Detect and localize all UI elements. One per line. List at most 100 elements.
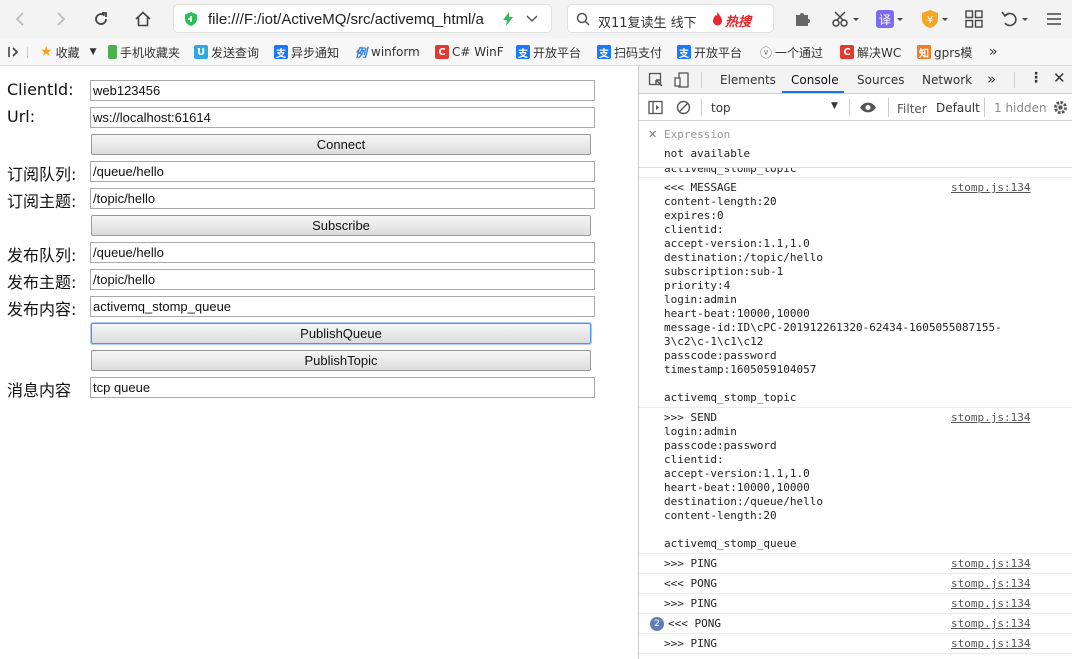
connect-button[interactable]: Connect (91, 134, 591, 155)
bookmark-gprs[interactable]: 知 gprs模 (917, 43, 972, 61)
undo-button[interactable] (998, 7, 1032, 31)
divider (1014, 72, 1015, 88)
bookmark-qr-pay[interactable]: 支 扫码支付 (597, 43, 662, 61)
extensions-button[interactable] (790, 7, 814, 31)
apps-button[interactable] (962, 7, 986, 31)
message-text: <<< PONG (668, 617, 721, 630)
chevron-down-icon[interactable] (526, 14, 538, 24)
alipay-icon: 支 (597, 45, 611, 60)
home-button[interactable] (131, 7, 155, 31)
forward-button[interactable] (49, 7, 73, 31)
screenshot-button[interactable] (829, 7, 863, 31)
close-icon[interactable]: ✕ (648, 128, 657, 141)
bookmark-label: winform (371, 45, 420, 59)
wallet-icon: ¥ (922, 10, 948, 28)
tab-sources[interactable]: Sources (857, 73, 904, 87)
divider (984, 98, 985, 117)
bookmark-label: C# WinF (452, 45, 504, 59)
sidebar-toggle-icon[interactable] (7, 45, 21, 59)
search-input[interactable]: 双11复读生 线下 (598, 12, 708, 31)
expression-label[interactable]: Expression (664, 128, 730, 141)
console-message: >>> SEND login:admin passcode:password c… (639, 408, 1072, 554)
search-box[interactable]: 双11复读生 线下 热搜 (567, 4, 774, 33)
wallet-button[interactable]: ¥ (918, 7, 952, 31)
subscribe-button[interactable]: Subscribe (91, 215, 591, 236)
divider (27, 47, 28, 58)
page-content: ClientId: Url: Connect 订阅队列: 订阅主题: Subsc… (0, 66, 638, 659)
tab-console[interactable]: Console (791, 73, 839, 87)
source-link[interactable]: stomp.js:134 (951, 597, 1030, 610)
bookmark-label: 开放平台 (533, 45, 582, 60)
kebab-menu-icon[interactable]: ⋮ (1029, 70, 1043, 86)
bookmark-favorites[interactable]: ★ 收藏 ▼ (40, 43, 97, 61)
publish-topic-input[interactable] (90, 269, 595, 290)
url-input[interactable] (90, 107, 595, 128)
bookmark-solve-wc[interactable]: C 解决WC (840, 43, 901, 61)
gear-icon[interactable] (1053, 100, 1068, 115)
source-link[interactable]: stomp.js:134 (951, 181, 1030, 194)
console-message: <<< PONG stomp.js:134 (639, 574, 1072, 594)
bookmark-mobile[interactable]: 手机收藏夹 (108, 43, 180, 61)
divider (701, 72, 702, 88)
source-link[interactable]: stomp.js:134 (951, 557, 1030, 570)
filter-input[interactable]: Filter (897, 102, 927, 116)
bookmark-winform[interactable]: 例 winform (355, 43, 420, 61)
source-link[interactable]: stomp.js:134 (951, 637, 1030, 650)
back-button[interactable] (8, 7, 32, 31)
device-toggle-icon[interactable] (674, 72, 690, 88)
sidebar-icon[interactable] (648, 100, 664, 115)
source-link[interactable]: stomp.js:134 (951, 411, 1030, 424)
active-tab-indicator (782, 91, 844, 93)
clientid-input[interactable] (90, 80, 595, 101)
devtools-tabbar: Elements Console Sources Network » ⋮ ✕ (639, 66, 1072, 94)
home-icon (135, 11, 151, 27)
hot-search-label[interactable]: 热搜 (725, 11, 751, 30)
address-bar[interactable]: file:///F:/iot/ActiveMQ/src/activemq_htm… (173, 4, 552, 33)
alipay-icon: 支 (274, 45, 288, 60)
bookmark-label: 解决WC (857, 45, 902, 60)
repeat-count-badge: 2 (650, 617, 664, 631)
bookmark-open-platform-2[interactable]: 支 开放平台 (677, 43, 742, 61)
subscribe-topic-input[interactable] (90, 188, 595, 209)
console-toolbar: top ▼ Filter Default 1 hidden (639, 94, 1072, 121)
clear-console-icon[interactable] (676, 100, 691, 115)
subscribe-queue-input[interactable] (90, 161, 595, 182)
bookmarks-overflow-button[interactable]: » (989, 43, 998, 61)
lightning-icon[interactable] (502, 12, 514, 26)
publish-queue-button[interactable]: PublishQueue (91, 323, 591, 344)
context-selector[interactable]: top (711, 101, 731, 115)
bookmark-csharp[interactable]: C C# WinF (435, 43, 504, 61)
bookmark-open-platform[interactable]: 支 开放平台 (516, 43, 581, 61)
close-icon[interactable]: ✕ (1053, 69, 1066, 87)
reload-icon (95, 12, 107, 25)
publish-content-input[interactable] (90, 296, 595, 317)
source-link[interactable]: stomp.js:134 (951, 577, 1030, 590)
translate-button[interactable]: 译 (873, 7, 907, 31)
grid-icon (965, 10, 983, 28)
tab-network[interactable]: Network (922, 73, 972, 87)
publish-topic-button[interactable]: PublishTopic (91, 350, 591, 371)
reload-button[interactable] (89, 7, 113, 31)
message-content-input[interactable] (90, 377, 595, 398)
source-link[interactable]: stomp.js:134 (951, 617, 1030, 630)
more-tabs-icon[interactable]: » (987, 70, 996, 88)
puzzle-icon (796, 13, 810, 26)
chevron-down-icon[interactable]: ▼ (831, 101, 838, 111)
menu-button[interactable] (1042, 7, 1066, 31)
browser-window: file:///F:/iot/ActiveMQ/src/activemq_htm… (0, 0, 1072, 659)
bookmark-async-notify[interactable]: 支 异步通知 (274, 43, 339, 61)
eye-icon[interactable] (859, 101, 877, 114)
publish-queue-input[interactable] (90, 242, 595, 263)
log-level-dropdown[interactable]: Default (936, 101, 980, 115)
bookmark-via[interactable]: ⓥ 一个通过 (760, 43, 823, 61)
divider (888, 98, 889, 117)
bookmark-label: 收藏 (55, 45, 80, 60)
bookmark-label: 扫码支付 (614, 45, 663, 60)
inspect-icon[interactable] (648, 72, 664, 88)
tab-elements[interactable]: Elements (720, 73, 776, 87)
forward-arrow-icon (57, 12, 66, 26)
subscribe-topic-label: 订阅主题: (7, 192, 77, 211)
message-content-label: 消息内容 (7, 381, 72, 400)
live-expression: ✕ Expression not available (639, 122, 1072, 168)
bookmark-send-query[interactable]: U 发送查询 (194, 43, 259, 61)
